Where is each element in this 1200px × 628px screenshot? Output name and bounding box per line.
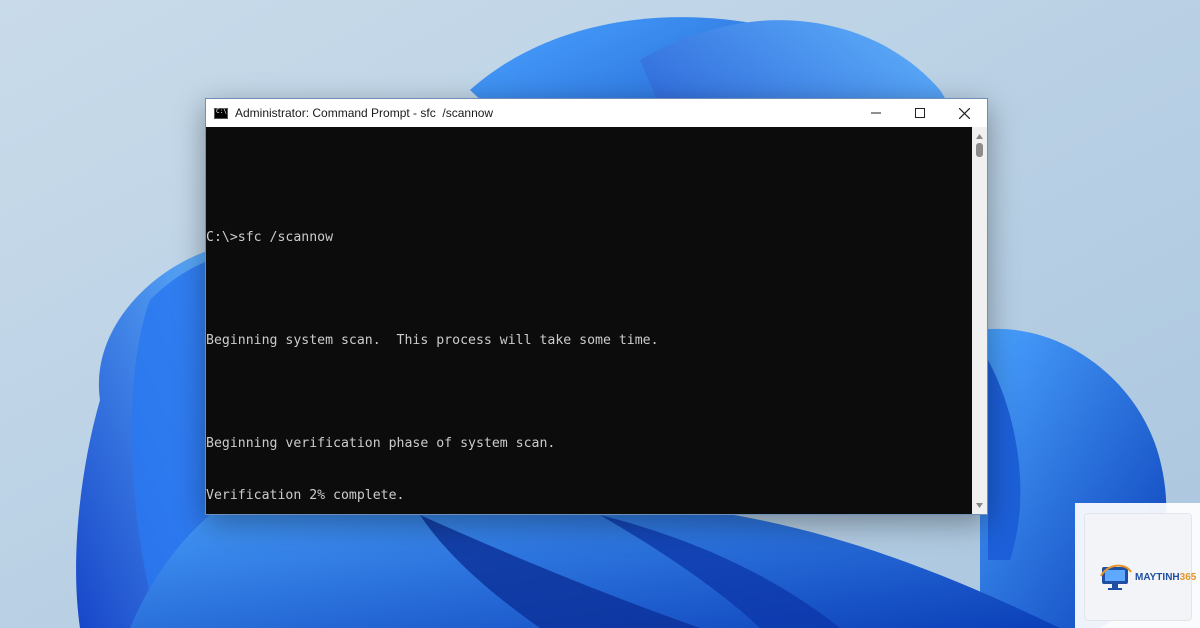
close-icon [958,107,970,119]
console-line: Verification 2% complete. [206,487,405,503]
window-title: Administrator: Command Prompt - sfc /sca… [235,106,494,120]
maximize-icon [915,108,925,118]
title-bar[interactable]: Administrator: Command Prompt - sfc /sca… [206,99,987,127]
cmd-app-icon [214,107,228,119]
scroll-down-button[interactable] [972,498,987,512]
command-prompt-window[interactable]: Administrator: Command Prompt - sfc /sca… [205,98,988,515]
arrow-down-icon [976,502,983,508]
brand-name: MAYTINH365 [1135,572,1197,583]
minimize-icon [871,112,881,114]
scroll-up-button[interactable] [972,129,987,143]
console-output[interactable]: C:\>sfc /scannow Beginning system scan. … [206,127,973,514]
brand-accent: 365 [1179,572,1197,583]
minimize-button[interactable] [853,99,899,127]
console-line: Beginning system scan. This process will… [206,333,659,349]
console-line: Beginning verification phase of system s… [206,436,556,452]
close-button[interactable] [941,99,987,127]
arrow-up-icon [976,133,983,139]
maximize-button[interactable] [897,99,943,127]
vertical-scrollbar[interactable] [972,127,987,514]
watermark-logo-card: MAYTINH365 [1075,503,1200,628]
watermark-logo: MAYTINH365 [1084,513,1196,621]
console-line: C:\>sfc /scannow [206,230,334,245]
monitor-logo-icon [1100,564,1132,590]
scrollbar-thumb[interactable] [976,143,983,157]
